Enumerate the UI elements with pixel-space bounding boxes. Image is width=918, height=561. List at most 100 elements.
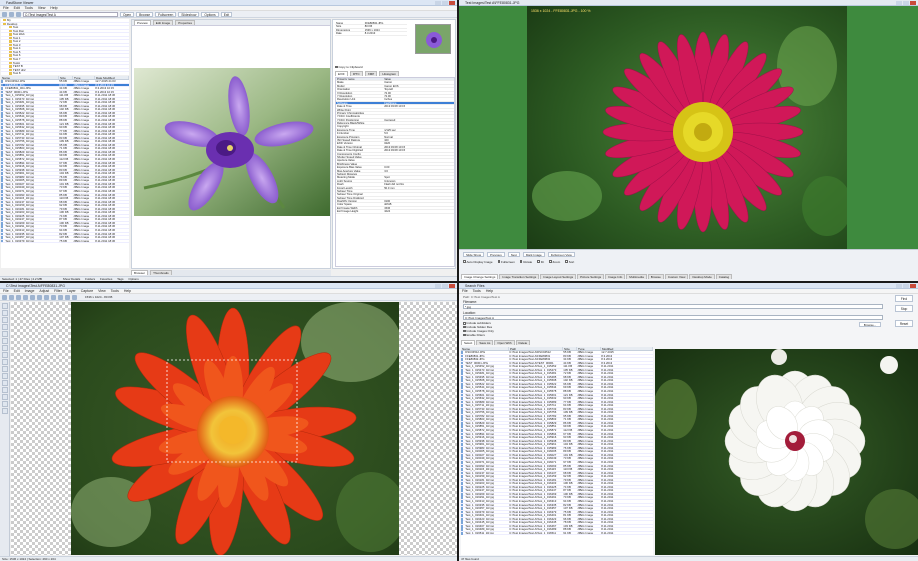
- viewer-previous-button[interactable]: Previous: [487, 251, 505, 257]
- text-tool-icon[interactable]: [1, 366, 8, 372]
- preview-image[interactable]: [134, 68, 330, 216]
- viewer-tab[interactable]: Multimedia: [626, 274, 647, 279]
- results-col-name[interactable]: Name: [461, 347, 509, 350]
- viewer-tab[interactable]: Image Change Settings: [461, 274, 499, 279]
- viewer-minimize-button[interactable]: [896, 1, 902, 5]
- editor-maximize-button[interactable]: [442, 284, 448, 288]
- copy-to-clipboard[interactable]: Copy to Clipboard: [335, 65, 363, 69]
- show-details-button[interactable]: Show Details: [63, 277, 81, 281]
- eyedropper-tool-icon[interactable]: [1, 394, 8, 400]
- print-icon[interactable]: [23, 294, 28, 300]
- editor-menu-item[interactable]: Layer: [67, 289, 76, 293]
- close-button[interactable]: [449, 1, 455, 5]
- ellipse-tool-icon[interactable]: [1, 387, 8, 393]
- search-maximize-button[interactable]: [903, 284, 909, 288]
- editor-menu-item[interactable]: Image: [25, 289, 35, 293]
- editor-image[interactable]: [71, 302, 399, 555]
- folders-button[interactable]: Folders: [85, 277, 95, 281]
- back-icon[interactable]: [2, 11, 7, 17]
- viewer-tab[interactable]: Picture Settings: [577, 274, 605, 279]
- tab-iptc[interactable]: IPTC: [349, 71, 363, 76]
- folder-tree-item[interactable]: Test 8: [1, 72, 129, 75]
- checkbox[interactable]: [463, 329, 466, 333]
- editor-minimize-button[interactable]: [435, 284, 441, 288]
- file-row[interactable]: Test_1_016379_1R.jpg 75 KB JPEG Image 8.11.…: [1, 239, 129, 244]
- up-folder-icon[interactable]: [16, 11, 21, 17]
- clone-tool-icon[interactable]: [1, 401, 8, 407]
- checkbox[interactable]: [463, 333, 466, 337]
- editor-menu-item[interactable]: Capture: [81, 289, 93, 293]
- redo-icon[interactable]: [37, 294, 42, 300]
- menu-view[interactable]: View: [38, 6, 46, 10]
- favorites-button[interactable]: Favorites: [100, 277, 112, 281]
- search-option-check[interactable]: Enable Filters: [463, 333, 663, 338]
- maximize-button[interactable]: [442, 1, 448, 5]
- result-row[interactable]: Test_1_016511_1R.jpg C:\Test Images\Test …: [461, 531, 653, 536]
- zoom-tool-icon[interactable]: [1, 408, 8, 414]
- col-name[interactable]: Name: [1, 76, 59, 79]
- forward-icon[interactable]: [9, 11, 14, 17]
- save-icon[interactable]: [16, 294, 21, 300]
- fullscreen-button[interactable]: Fullscreen: [155, 11, 177, 17]
- viewer-tab[interactable]: Image Info: [605, 274, 626, 279]
- location-input[interactable]: C:\Test Images\Test A: [463, 315, 883, 320]
- tab-preview[interactable]: Preview: [134, 20, 151, 25]
- viewer-slideshow-button[interactable]: Slide Show: [463, 251, 485, 257]
- select-tool-icon[interactable]: [1, 303, 8, 309]
- sort-check[interactable]: Sort: [565, 260, 574, 264]
- editor-menu-item[interactable]: Tools: [111, 289, 119, 293]
- tab-properties[interactable]: Properties: [175, 20, 195, 25]
- stop-button[interactable]: Stop: [895, 305, 913, 312]
- find-button[interactable]: Find: [895, 295, 913, 302]
- search-preview-image[interactable]: [655, 349, 918, 555]
- results-col-size[interactable]: Size: [563, 347, 577, 350]
- search-close-button[interactable]: [910, 284, 916, 288]
- fit-check[interactable]: Fit: [537, 260, 544, 264]
- tags-button[interactable]: Tags: [117, 277, 123, 281]
- reset-button[interactable]: Reset: [895, 320, 913, 327]
- checkbox[interactable]: [463, 325, 466, 329]
- viewer-tab[interactable]: Custom View: [664, 274, 689, 279]
- menu-help[interactable]: Help: [50, 6, 57, 10]
- result-action-tab[interactable]: Select: [461, 340, 476, 345]
- lasso-tool-icon[interactable]: [1, 317, 8, 323]
- open-button[interactable]: Open: [120, 11, 135, 17]
- filename-input[interactable]: *.jpg: [463, 304, 883, 309]
- rect-tool-icon[interactable]: [1, 380, 8, 386]
- new-icon[interactable]: [2, 294, 7, 300]
- options-bottom-button[interactable]: Options: [128, 277, 138, 281]
- tab-thumbnails[interactable]: Thumbnails: [150, 270, 172, 275]
- editor-menu-item[interactable]: Help: [124, 289, 131, 293]
- tab-histogram[interactable]: Histogram: [379, 71, 400, 76]
- resize-icon[interactable]: [51, 294, 56, 300]
- viewer-image[interactable]: [527, 6, 847, 249]
- browse-button[interactable]: Browse: [136, 11, 154, 17]
- viewer-tab[interactable]: Image Layout Settings: [540, 274, 577, 279]
- minimize-button[interactable]: [435, 1, 441, 5]
- browse-location-button[interactable]: Browse...: [859, 322, 881, 327]
- viewer-tab[interactable]: Desktop Mode: [689, 274, 715, 279]
- crop-tool-icon[interactable]: [1, 331, 8, 337]
- search-menu-help[interactable]: Help: [486, 289, 493, 293]
- viewer-tab[interactable]: Catalog: [715, 274, 733, 279]
- exit-button[interactable]: Exit: [220, 11, 233, 17]
- col-size[interactable]: Size: [59, 76, 73, 79]
- checkbox[interactable]: [463, 322, 466, 325]
- zoom-out-icon[interactable]: [72, 294, 77, 300]
- line-tool-icon[interactable]: [1, 373, 8, 379]
- editor-close-button[interactable]: [449, 284, 455, 288]
- result-action-tab[interactable]: Save As: [476, 340, 494, 345]
- open-icon[interactable]: [9, 294, 14, 300]
- viewer-maximize-button[interactable]: [903, 1, 909, 5]
- editor-canvas-area[interactable]: [11, 302, 457, 555]
- result-action-tab[interactable]: Open With: [494, 340, 515, 345]
- menu-tools[interactable]: Tools: [25, 6, 33, 10]
- menu-file[interactable]: File: [3, 6, 9, 10]
- rotate-check[interactable]: Rotate: [519, 260, 532, 264]
- tab-xmp[interactable]: XMP: [364, 71, 378, 76]
- zoom-in-icon[interactable]: [65, 294, 70, 300]
- editor-menu-item[interactable]: Edit: [14, 289, 20, 293]
- col-type[interactable]: Type: [73, 76, 95, 79]
- results-col-modified[interactable]: Modified: [601, 347, 653, 350]
- address-input[interactable]: C:\Test Images\Test A: [23, 11, 118, 17]
